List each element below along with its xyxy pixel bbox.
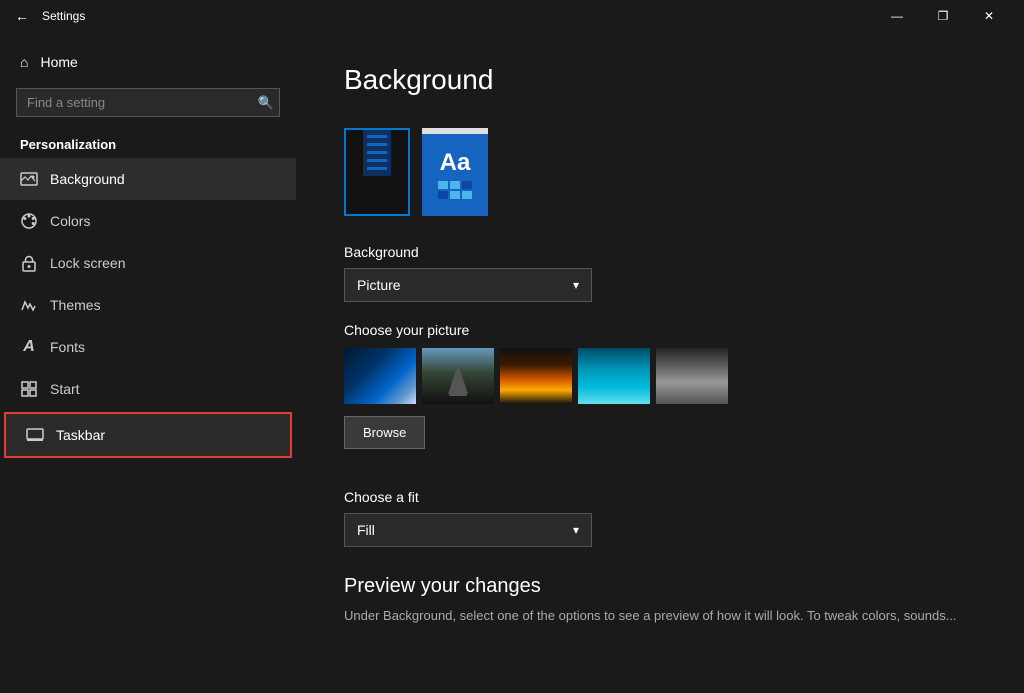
sidebar-item-fonts[interactable]: A Fonts xyxy=(0,326,296,368)
preview-section: Preview your changes Under Background, s… xyxy=(344,575,976,626)
themes-icon xyxy=(20,296,38,314)
sidebar-item-themes[interactable]: Themes xyxy=(0,284,296,326)
background-section: Background Picture ▾ xyxy=(344,244,976,302)
fit-dropdown-value: Fill xyxy=(357,522,375,538)
home-icon: ⌂ xyxy=(20,54,28,70)
titlebar: ← Settings — ❐ ✕ xyxy=(0,0,1024,32)
window-controls: — ❐ ✕ xyxy=(874,0,1012,32)
sidebar-item-start[interactable]: Start xyxy=(0,368,296,410)
background-icon xyxy=(20,170,38,188)
sidebar-item-themes-label: Themes xyxy=(50,297,101,313)
sidebar-item-start-label: Start xyxy=(50,381,80,397)
lock-screen-icon xyxy=(20,254,38,272)
fit-chevron-down-icon: ▾ xyxy=(573,523,579,537)
colors-icon xyxy=(20,212,38,230)
start-icon xyxy=(20,380,38,398)
sidebar-item-fonts-label: Fonts xyxy=(50,339,85,355)
app-body: ⌂ Home 🔍 Personalization Background xyxy=(0,32,1024,693)
sidebar-item-lock-screen-label: Lock screen xyxy=(50,255,125,271)
choose-fit-section: Choose a fit Fill ▾ xyxy=(344,489,976,547)
browse-button[interactable]: Browse xyxy=(344,416,425,449)
sidebar: ⌂ Home 🔍 Personalization Background xyxy=(0,32,296,693)
choose-fit-label: Choose a fit xyxy=(344,489,976,505)
main-content: Background xyxy=(296,32,1024,693)
section-title: Personalization xyxy=(0,125,296,158)
background-dropdown[interactable]: Picture ▾ xyxy=(344,268,592,302)
restore-button[interactable]: ❐ xyxy=(920,0,966,32)
back-button[interactable]: ← xyxy=(12,6,32,26)
picture-grid xyxy=(344,348,976,404)
picture-thumb-2[interactable] xyxy=(422,348,494,404)
preview-changes-title: Preview your changes xyxy=(344,575,976,598)
sidebar-home[interactable]: ⌂ Home xyxy=(0,44,296,80)
sidebar-item-background-label: Background xyxy=(50,171,125,187)
preview-changes-desc: Under Background, select one of the opti… xyxy=(344,606,976,626)
picture-thumb-3[interactable] xyxy=(500,348,572,404)
sidebar-item-background[interactable]: Background xyxy=(0,158,296,200)
chevron-down-icon: ▾ xyxy=(573,278,579,292)
choose-picture-label: Choose your picture xyxy=(344,322,976,338)
sidebar-item-colors[interactable]: Colors xyxy=(0,200,296,242)
taskbar-icon xyxy=(26,426,44,444)
theme-thumb-2[interactable]: Aa xyxy=(422,128,488,216)
background-dropdown-value: Picture xyxy=(357,277,401,293)
choose-picture-section: Choose your picture Browse xyxy=(344,322,976,473)
picture-thumb-1[interactable] xyxy=(344,348,416,404)
picture-thumb-5[interactable] xyxy=(656,348,728,404)
home-label: Home xyxy=(40,54,77,70)
close-button[interactable]: ✕ xyxy=(966,0,1012,32)
sidebar-item-taskbar[interactable]: Taskbar xyxy=(4,412,292,458)
theme-thumb-1[interactable] xyxy=(344,128,410,216)
search-box-container: 🔍 xyxy=(16,88,280,117)
page-title: Background xyxy=(344,64,976,96)
minimize-button[interactable]: — xyxy=(874,0,920,32)
sidebar-item-colors-label: Colors xyxy=(50,213,90,229)
search-icon: 🔍 xyxy=(258,95,274,111)
sidebar-item-taskbar-label: Taskbar xyxy=(56,427,105,443)
fonts-icon: A xyxy=(20,338,38,356)
picture-thumb-4[interactable] xyxy=(578,348,650,404)
app-title: Settings xyxy=(42,9,874,23)
fit-dropdown[interactable]: Fill ▾ xyxy=(344,513,592,547)
background-label: Background xyxy=(344,244,976,260)
sidebar-item-lock-screen[interactable]: Lock screen xyxy=(0,242,296,284)
preview-thumbnails: Aa xyxy=(344,120,976,216)
search-input[interactable] xyxy=(16,88,280,117)
